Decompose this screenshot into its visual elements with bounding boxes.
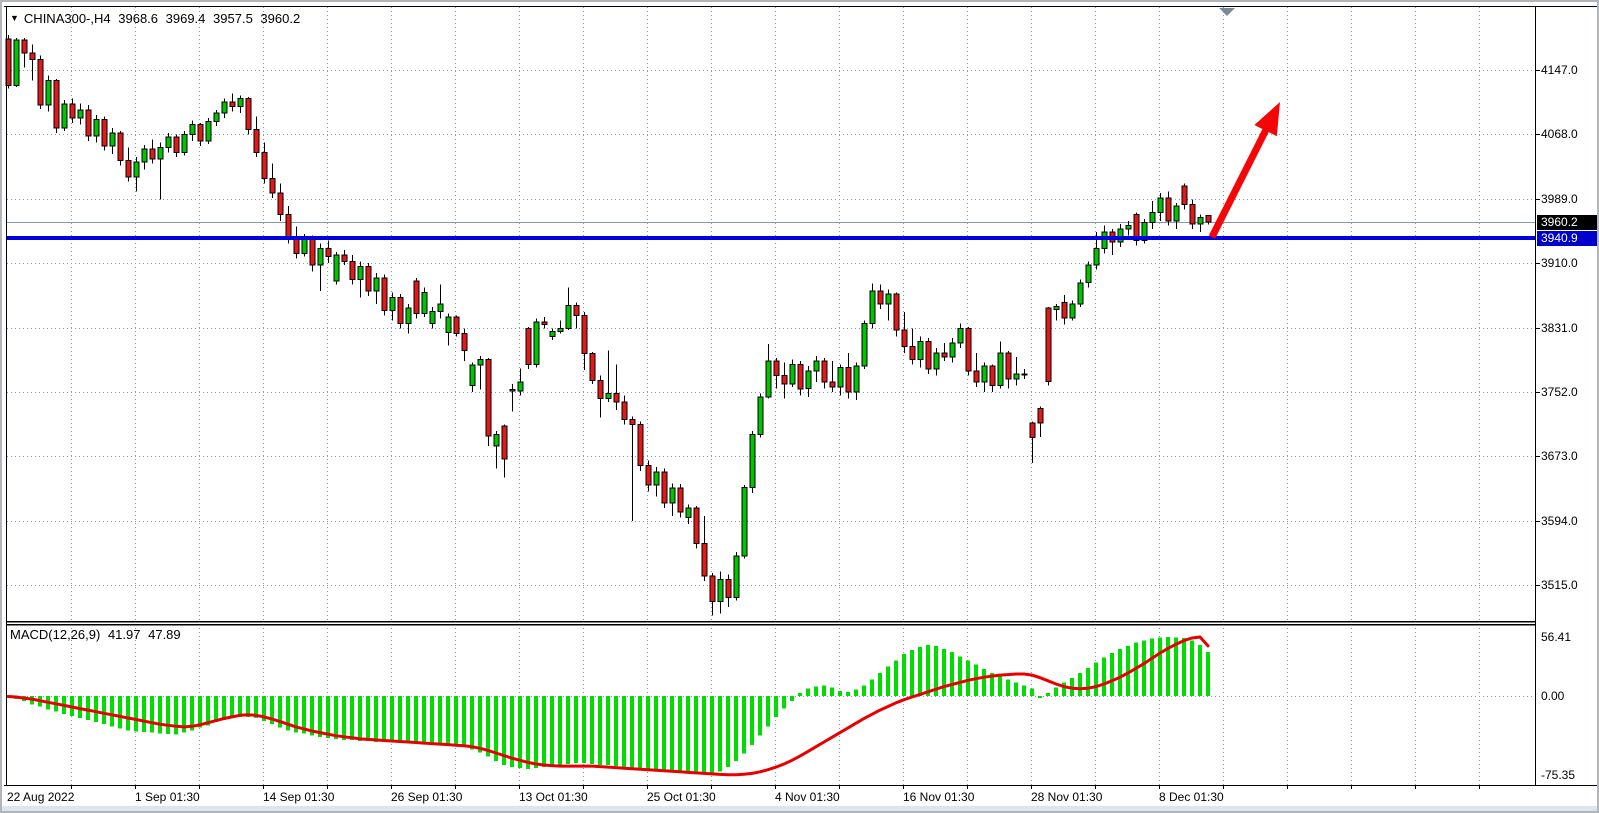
time-axis-label: 16 Nov 01:30 [903,790,974,804]
time-axis-label: 8 Dec 01:30 [1159,790,1224,804]
price-axis-label: 4068.0 [1541,127,1578,141]
time-axis-label: 28 Nov 01:30 [1031,790,1102,804]
price-axis-label: 3673.0 [1541,449,1578,463]
macd-name: MACD(12,26,9) [10,627,100,642]
chart-canvas[interactable] [2,2,1599,813]
chart-window: ▼ CHINA300-,H4 3968.6 3969.4 3957.5 3960.… [0,0,1599,813]
symbol-dropdown-icon[interactable]: ▼ [10,13,19,23]
price-axis-label: 3752.0 [1541,385,1578,399]
hline-price-badge[interactable]: 3940.9 [1537,231,1599,246]
price-axis-label: 3910.0 [1541,256,1578,270]
price-axis-label: 3594.0 [1541,514,1578,528]
macd-indicator-label: MACD(12,26,9) 41.97 47.89 [10,627,185,642]
chart-title: ▼ CHINA300-,H4 3968.6 3969.4 3957.5 3960.… [10,11,304,26]
time-axis-label: 14 Sep 01:30 [263,790,334,804]
window-bottom-strip [2,806,1597,811]
chart-frame [4,6,1599,786]
candlestick-series[interactable] [6,35,1211,615]
hline-price-value: 3940.9 [1541,231,1578,245]
scroll-marker-icon[interactable] [1219,8,1235,16]
ohlc-high: 3969.4 [166,11,206,26]
time-axis-label: 1 Sep 01:30 [135,790,200,804]
time-axis-label: 13 Oct 01:30 [519,790,588,804]
time-axis-label: 22 Aug 2022 [7,790,74,804]
price-axis-label: 3831.0 [1541,321,1578,335]
ohlc-low: 3957.5 [213,11,253,26]
current-price-badge: 3960.2 [1537,215,1599,230]
macd-axis-label: 56.41 [1541,630,1571,644]
time-axis-label: 25 Oct 01:30 [647,790,716,804]
time-axis-label: 26 Sep 01:30 [391,790,462,804]
ohlc-close: 3960.2 [260,11,300,26]
macd-histogram [6,637,1210,775]
ohlc-open: 3968.6 [118,11,158,26]
price-axis-label: 3515.0 [1541,578,1578,592]
price-axis-label: 3989.0 [1541,192,1578,206]
price-axis-label: 4147.0 [1541,63,1578,77]
symbol-period-label: CHINA300-,H4 [24,11,111,26]
up-arrow-annotation[interactable] [1212,102,1280,237]
horizontal-gridlines [7,71,1540,586]
macd-current-value: 41.97 [108,627,141,642]
macd-axis-label: -75.35 [1541,768,1575,782]
macd-signal-value: 47.89 [148,627,181,642]
macd-axis-label: 0.00 [1541,689,1564,703]
time-axis-label: 4 Nov 01:30 [775,790,840,804]
current-price-value: 3960.2 [1541,215,1578,229]
